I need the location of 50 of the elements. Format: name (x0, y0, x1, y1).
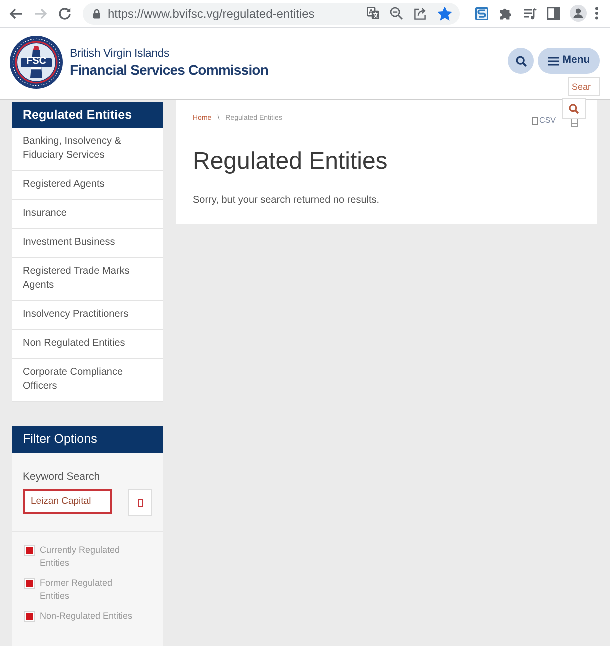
back-arrow-icon[interactable] (9, 6, 23, 20)
playlist-icon[interactable] (523, 6, 537, 20)
search-icon (516, 56, 526, 66)
search-button[interactable] (508, 48, 534, 74)
checkbox-icon[interactable] (24, 578, 35, 589)
tablet-icon[interactable] (571, 118, 578, 127)
organization-subtitle: British Virgin Islands (70, 47, 171, 61)
keyword-search-field[interactable]: Leizan Capital (23, 489, 112, 514)
search-submit-button[interactable] (562, 98, 586, 119)
sidebar-item[interactable]: Non Regulated Entities (12, 330, 163, 359)
more-icon[interactable] (595, 7, 599, 20)
section-heading: Filter Options (12, 426, 163, 453)
no-results-message: Sorry, but your search returned no results. (193, 194, 381, 208)
checkbox-label: Non-Regulated Entities (40, 610, 134, 623)
search-submit-button[interactable] (128, 489, 152, 516)
sidebar-item[interactable]: Insolvency Practitioners (12, 301, 163, 330)
checkbox-label: Currently Regulated Entities (40, 544, 122, 570)
share-icon[interactable] (414, 7, 427, 20)
sidebar-item[interactable]: Investment Business (12, 229, 163, 258)
checkbox-label: Former Regulated Entities (40, 577, 114, 603)
page-title: Regulated Entities (193, 148, 389, 176)
reload-icon[interactable] (58, 6, 72, 20)
sidebar-item[interactable]: Banking, Insolvency & Fiduciary Services (12, 128, 163, 171)
csv-link[interactable]: CSV (532, 116, 556, 126)
search-field[interactable]: Sear (568, 77, 600, 96)
avatar-icon[interactable] (570, 5, 587, 22)
side-panel-icon[interactable] (547, 7, 560, 20)
url-text: https://www.bvifsc.vg/regulated-entities (108, 6, 315, 22)
sidebar-item[interactable]: Corporate Compliance Officers (12, 359, 163, 402)
sidebar-item[interactable]: Registered Agents (12, 171, 163, 200)
section-heading: Regulated Entities (12, 102, 163, 128)
puzzle-piece-icon[interactable] (499, 6, 513, 20)
rectangle-icon (138, 498, 142, 506)
translate-icon[interactable] (367, 7, 380, 20)
lighthouse-emblem (10, 36, 63, 89)
checkbox-icon[interactable] (24, 545, 35, 556)
extension-icon[interactable] (475, 6, 489, 20)
star-icon[interactable] (438, 6, 452, 20)
document-icon (532, 117, 538, 125)
sidebar-item[interactable]: Insurance (12, 200, 163, 229)
field-label: Keyword Search (23, 471, 102, 484)
organization-title: Financial Services Commission (70, 61, 268, 79)
zoom-out-icon[interactable] (390, 7, 403, 20)
menu-icon (548, 56, 559, 66)
search-icon (569, 104, 579, 114)
menu-button[interactable]: Menu (538, 48, 600, 74)
sidebar-item[interactable]: Registered Trade Marks Agents (12, 258, 163, 301)
lock-icon (93, 8, 101, 18)
address-field[interactable]: https://www.bvifsc.vg/regulated-entities (83, 2, 460, 24)
checkbox-icon[interactable] (24, 611, 35, 622)
